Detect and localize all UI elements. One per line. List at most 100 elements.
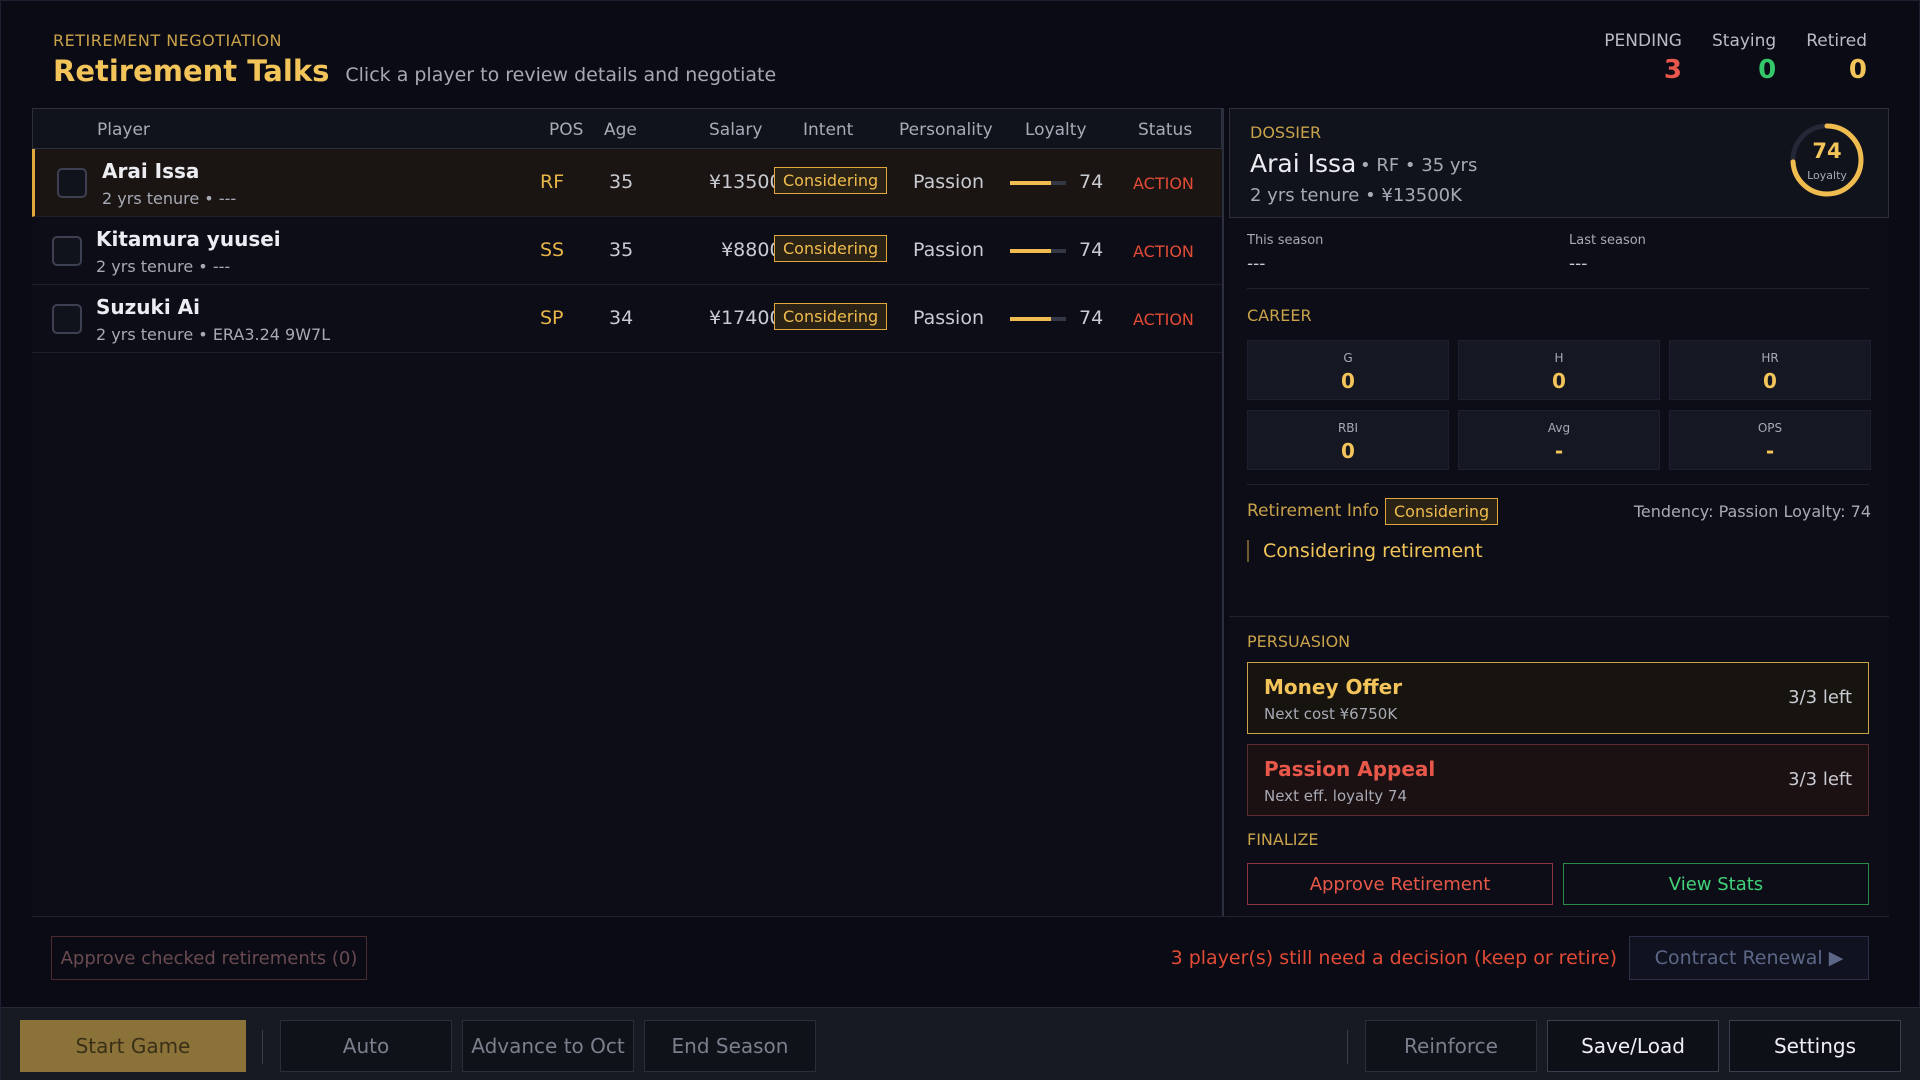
retirement-status-badge: Considering (1385, 498, 1499, 525)
tendency-text: Tendency: Passion Loyalty: 74 (1633, 502, 1871, 521)
money-offer-remaining: 3/3 left (1788, 687, 1852, 708)
table-row[interactable]: Arai Issa 2 yrs tenure • --- RF 35 ¥1350… (32, 149, 1222, 217)
start-game-button[interactable]: Start Game (20, 1020, 246, 1072)
stat-value: - (1765, 439, 1775, 463)
player-subline: 2 yrs tenure • --- (96, 257, 231, 276)
player-personality: Passion (913, 239, 984, 261)
career-stat-avg: Avg - (1458, 410, 1660, 470)
career-stat-hr: HR 0 (1669, 340, 1871, 400)
stat-label: Avg (1547, 421, 1571, 435)
stat-label: H (1554, 351, 1564, 365)
player-table: Player POS Age Salary Intent Personality… (32, 108, 1224, 916)
player-subline: 2 yrs tenure • --- (102, 189, 237, 208)
passion-appeal-title: Passion Appeal (1264, 757, 1436, 781)
column-header-loyalty[interactable]: Loyalty (1025, 120, 1087, 140)
table-row[interactable]: Kitamura yuusei 2 yrs tenure • --- SS 35… (32, 217, 1222, 285)
contract-renewal-button[interactable]: Contract Renewal ▶ (1629, 936, 1869, 980)
stat-label: G (1343, 351, 1353, 365)
row-checkbox[interactable] (57, 168, 87, 198)
loyalty-ring-value: 74 (1812, 139, 1842, 163)
dossier-header: DOSSIER Arai Issa • RF • 35 yrs 2 yrs te… (1229, 108, 1889, 218)
player-loyalty: 74 (1079, 171, 1104, 193)
loyalty-bar (1010, 249, 1066, 253)
column-header-status[interactable]: Status (1138, 120, 1192, 140)
stat-label: OPS (1757, 421, 1783, 435)
column-header-player[interactable]: Player (97, 120, 150, 140)
auto-button[interactable]: Auto (280, 1020, 452, 1072)
status-badge: ACTION (1133, 310, 1194, 329)
finalize-section-label: FINALIZE (1247, 830, 1319, 849)
advance-button[interactable]: Advance to Oct (462, 1020, 634, 1072)
divider (32, 916, 1889, 917)
reinforce-button[interactable]: Reinforce (1365, 1020, 1537, 1072)
save-load-button[interactable]: Save/Load (1547, 1020, 1719, 1072)
divider (1247, 484, 1869, 485)
retirement-info-label: Retirement Info (1247, 501, 1380, 521)
dossier-panel: DOSSIER Arai Issa • RF • 35 yrs 2 yrs te… (1229, 108, 1889, 916)
stat-value: - (1554, 439, 1564, 463)
passion-appeal-subline: Next eff. loyalty 74 (1264, 787, 1408, 805)
stat-label: HR (1761, 351, 1779, 365)
counter-value: 0 (1758, 55, 1777, 85)
footer-bar: Start Game Auto Advance to Oct End Seaso… (1, 1007, 1920, 1080)
pending-decision-note: 3 player(s) still need a decision (keep … (1170, 947, 1617, 969)
player-name: Arai Issa (102, 159, 200, 183)
intent-badge: Considering (774, 303, 888, 330)
view-stats-button[interactable]: View Stats (1563, 863, 1869, 905)
column-header-personality[interactable]: Personality (899, 120, 993, 140)
divider (1347, 1030, 1348, 1064)
status-counters: PENDING 3 Staying 0 Retired 0 (1604, 31, 1867, 85)
player-age: 34 (609, 307, 634, 329)
settings-button[interactable]: Settings (1729, 1020, 1901, 1072)
dossier-player-subline: 2 yrs tenure • ¥13500K (1250, 185, 1462, 206)
player-name: Suzuki Ai (96, 295, 200, 319)
row-checkbox[interactable] (52, 236, 82, 266)
counter-retired: Retired 0 (1806, 31, 1867, 85)
career-section-label: CAREER (1247, 306, 1312, 325)
passion-appeal-remaining: 3/3 left (1788, 769, 1852, 790)
intent-badge: Considering (774, 167, 888, 194)
counter-staying: Staying 0 (1712, 31, 1776, 85)
stat-value: 0 (1552, 369, 1566, 393)
stat-value: 0 (1341, 439, 1355, 463)
column-header-intent[interactable]: Intent (803, 120, 853, 140)
career-stat-ops: OPS - (1669, 410, 1871, 470)
approve-retirement-button[interactable]: Approve Retirement (1247, 863, 1553, 905)
counter-pending: PENDING 3 (1604, 31, 1682, 85)
loyalty-bar (1010, 181, 1066, 185)
counter-label: Retired (1806, 31, 1867, 51)
persuasion-section-label: PERSUASION (1247, 632, 1351, 651)
stat-value: 0 (1763, 369, 1777, 393)
column-header-age[interactable]: Age (604, 120, 637, 140)
counter-label: Staying (1712, 31, 1777, 51)
counter-value: 3 (1663, 55, 1682, 85)
dossier-player-name: Arai Issa (1250, 149, 1357, 178)
this-season-label: This season (1247, 233, 1324, 248)
money-offer-subline: Next cost ¥6750K (1264, 705, 1398, 723)
dossier-eyebrow: DOSSIER (1250, 123, 1322, 142)
player-subline: 2 yrs tenure • ERA3.24 9W7L (96, 325, 331, 344)
approve-checked-button[interactable]: Approve checked retirements (0) (51, 936, 367, 980)
player-name: Kitamura yuusei (96, 227, 281, 251)
loyalty-bar-fill (1010, 181, 1052, 185)
end-season-button[interactable]: End Season (644, 1020, 816, 1072)
table-row[interactable]: Suzuki Ai 2 yrs tenure • ERA3.24 9W7L SP… (32, 285, 1222, 353)
stat-label: RBI (1337, 421, 1359, 435)
player-pos: SS (540, 239, 565, 261)
column-header-salary[interactable]: Salary (709, 120, 762, 140)
loyalty-bar (1010, 317, 1066, 321)
divider (262, 1030, 263, 1064)
status-badge: ACTION (1133, 242, 1194, 261)
player-personality: Passion (913, 307, 984, 329)
status-badge: ACTION (1133, 174, 1194, 193)
this-season-value: --- (1247, 254, 1266, 274)
column-header-pos[interactable]: POS (549, 120, 583, 140)
player-loyalty: 74 (1079, 239, 1104, 261)
player-pos: RF (540, 171, 565, 193)
row-checkbox[interactable] (52, 304, 82, 334)
dossier-player-meta: • RF • 35 yrs (1360, 155, 1478, 176)
player-loyalty: 74 (1079, 307, 1104, 329)
passion-appeal-button[interactable]: Passion Appeal Next eff. loyalty 74 3/3 … (1247, 744, 1869, 816)
money-offer-button[interactable]: Money Offer Next cost ¥6750K 3/3 left (1247, 662, 1869, 734)
money-offer-title: Money Offer (1264, 675, 1403, 699)
